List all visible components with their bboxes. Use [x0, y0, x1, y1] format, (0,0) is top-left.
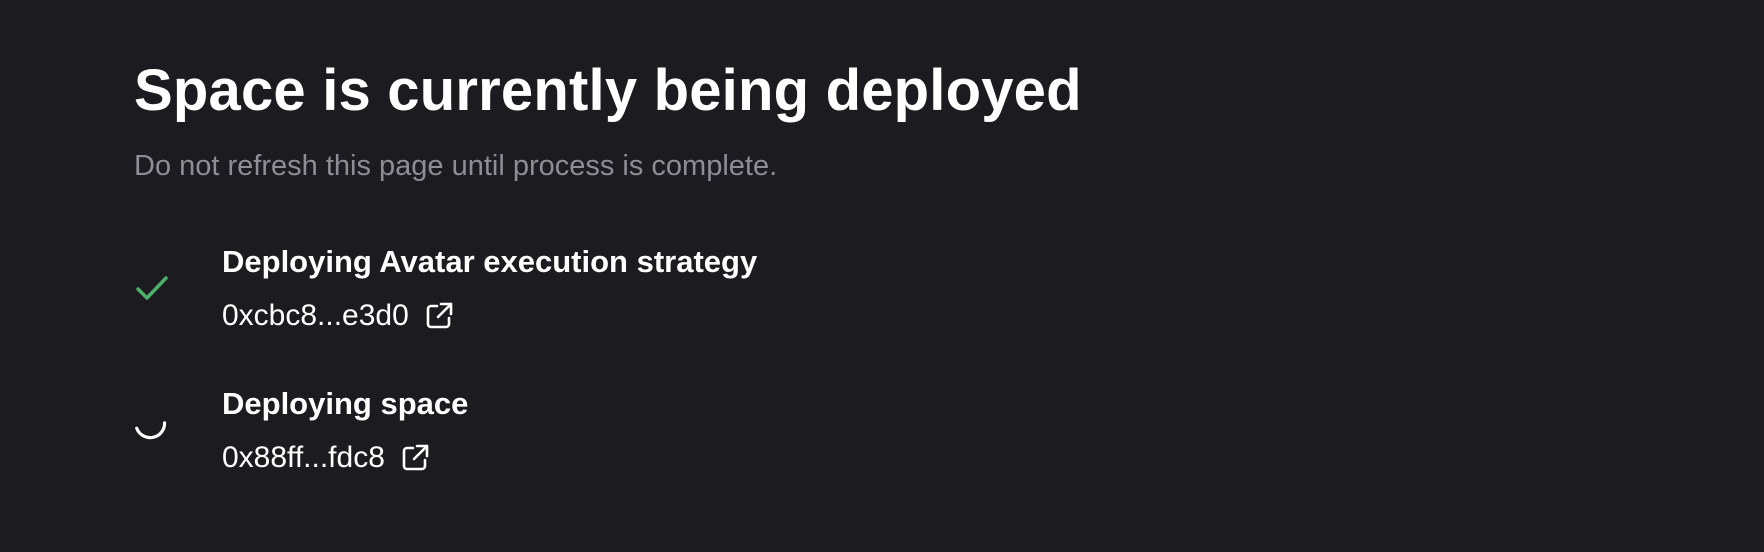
transaction-link[interactable]: 0xcbc8...e3d0 [222, 298, 757, 334]
deployment-step-avatar-strategy: Deploying Avatar execution strategy 0xcb… [134, 244, 1134, 344]
step-title: Deploying space [222, 386, 469, 421]
contract-address[interactable]: 0xcbc8...e3d0 [222, 298, 409, 334]
external-link-icon[interactable] [423, 300, 455, 332]
loading-spinner-icon [134, 412, 170, 448]
deployment-step-space: Deploying space 0x88ff...fdc8 [134, 386, 1134, 486]
check-icon [134, 270, 170, 306]
transaction-link[interactable]: 0x88ff...fdc8 [222, 440, 468, 476]
page-title: Space is currently being deployed [134, 58, 1082, 123]
external-link-icon[interactable] [399, 442, 431, 474]
step-content: Deploying Avatar execution strategy 0xcb… [222, 244, 757, 334]
step-content: Deploying space 0x88ff...fdc8 [222, 386, 468, 476]
contract-address[interactable]: 0x88ff...fdc8 [222, 440, 385, 476]
deployment-panel: Space is currently being deployed Do not… [134, 56, 1534, 474]
page-subtitle: Do not refresh this page until process i… [134, 150, 778, 182]
step-title: Deploying Avatar execution strategy [222, 244, 758, 279]
